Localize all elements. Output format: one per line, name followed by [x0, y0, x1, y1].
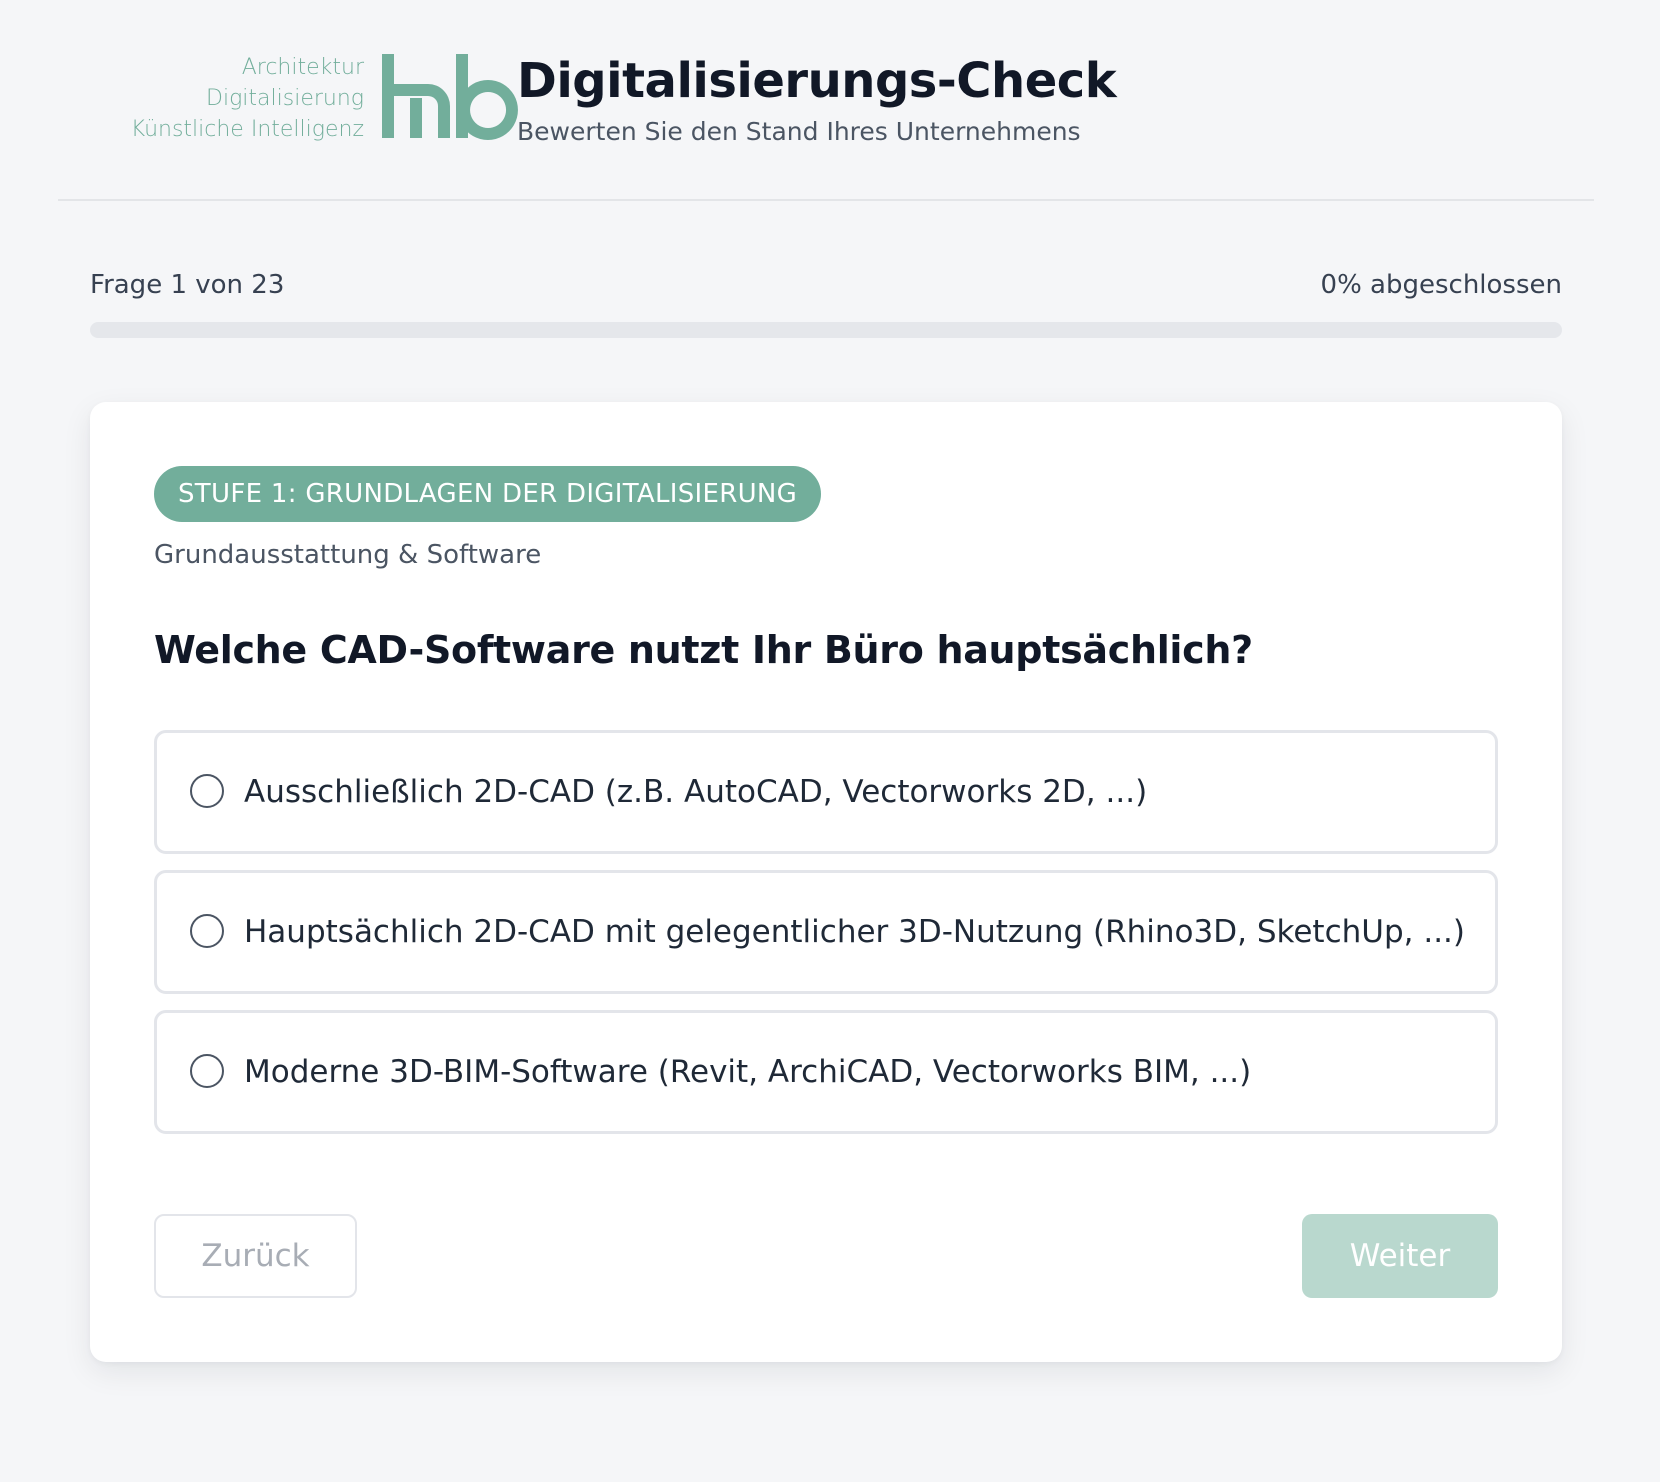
back-button[interactable]: Zurück [154, 1214, 357, 1298]
progress-percent-label: 0% abgeschlossen [1320, 270, 1562, 300]
logo-line-3: Künstliche Intelligenz [130, 117, 364, 142]
progress-bar [90, 322, 1562, 338]
answer-option-3[interactable]: Moderne 3D-BIM-Software (Revit, ArchiCAD… [154, 1010, 1498, 1134]
logo-line-2: Digitalisierung [206, 86, 364, 111]
answer-option-1[interactable]: Ausschließlich 2D-CAD (z.B. AutoCAD, Vec… [154, 730, 1498, 854]
question-counter: Frage 1 von 23 [90, 270, 285, 300]
answer-option-2[interactable]: Hauptsächlich 2D-CAD mit gelegentlicher … [154, 870, 1498, 994]
question-category: Grundausstattung & Software [154, 540, 542, 570]
next-button[interactable]: Weiter [1302, 1214, 1498, 1298]
radio-icon[interactable] [190, 914, 224, 948]
progress-meta: Frage 1 von 23 0% abgeschlossen [90, 270, 1562, 306]
stage-badge: STUFE 1: GRUNDLAGEN DER DIGITALISIERUNG [154, 466, 822, 522]
header-titles: Digitalisierungs-Check Bewerten Sie den … [517, 50, 1117, 150]
answer-option-label: Ausschließlich 2D-CAD (z.B. AutoCAD, Vec… [244, 774, 1148, 810]
logo-mark-icon [382, 54, 518, 140]
radio-icon[interactable] [190, 1054, 224, 1088]
app-title: Digitalisierungs-Check [517, 53, 1117, 109]
answer-option-label: Hauptsächlich 2D-CAD mit gelegentlicher … [244, 914, 1466, 950]
radio-icon[interactable] [190, 774, 224, 808]
answer-option-label: Moderne 3D-BIM-Software (Revit, ArchiCAD… [244, 1054, 1252, 1090]
logo-text: Architektur Digitalisierung Künstliche I… [90, 52, 364, 145]
logo-line-1: Architektur [241, 55, 364, 80]
app-subtitle: Bewerten Sie den Stand Ihres Unternehmen… [517, 117, 1081, 146]
question-text: Welche CAD-Software nutzt Ihr Büro haupt… [154, 628, 1253, 672]
company-logo: Architektur Digitalisierung Künstliche I… [90, 52, 544, 142]
question-card: STUFE 1: GRUNDLAGEN DER DIGITALISIERUNG … [90, 402, 1562, 1362]
header: Architektur Digitalisierung Künstliche I… [58, 0, 1594, 201]
